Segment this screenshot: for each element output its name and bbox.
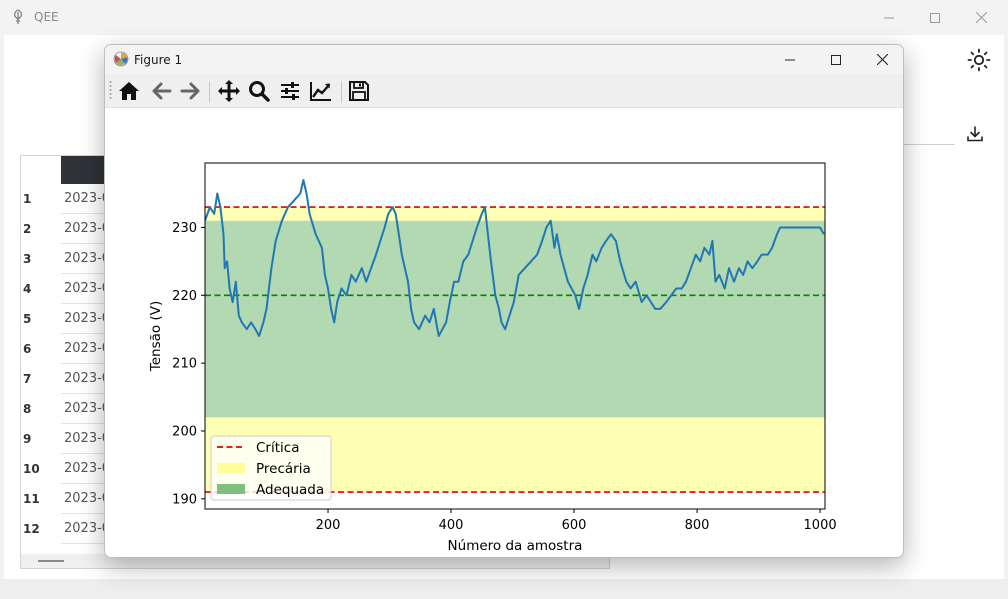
band-adequada [205,220,825,418]
home-icon [119,82,139,100]
y-tick-label: 200 [172,424,197,439]
edit-axis-icon [310,82,331,101]
x-axis-label: Número da amostra [448,538,583,554]
close-icon [975,12,987,23]
x-tick-label: 200 [316,518,341,533]
pan-button[interactable] [215,78,243,104]
row-index: 7 [23,372,32,386]
figure-window: Figure 1 200 400 600 800 1000 190 200 21… [104,44,904,558]
qee-bottom-bar [0,579,1008,599]
minimize-icon [785,59,795,60]
forward-button[interactable] [177,78,205,104]
band-precria [205,207,825,221]
y-tick-label: 190 [172,492,197,507]
pan-move-icon [218,80,240,102]
y-tick-label: 220 [172,289,197,304]
legend-label: Adequada [256,482,324,498]
home-button[interactable] [115,78,143,104]
figure-toolbar [105,74,903,108]
table-index-header [21,156,61,184]
minimize-button[interactable] [866,0,912,35]
scrollbar-thumb[interactable] [38,560,64,562]
leaf-plug-icon [14,9,22,24]
maximize-icon [930,12,940,23]
sun-icon[interactable] [964,46,994,74]
zoom-magnifier-icon [249,81,270,102]
figure-minimize-button[interactable] [767,45,813,74]
edit-axis-button[interactable] [307,78,335,104]
toolbar-grip-icon [109,81,112,99]
save-button[interactable] [345,78,373,104]
row-index: 5 [23,312,32,326]
row-index: 10 [23,462,40,476]
row-index: 11 [23,492,40,506]
figure-close-button[interactable] [859,45,903,74]
row-index: 12 [23,522,40,536]
toolbar-separator [209,81,210,103]
matplotlib-icon [113,51,129,67]
maximize-button[interactable] [912,0,958,35]
back-arrow-icon [152,82,172,100]
row-index: 6 [23,342,32,356]
row-index: 1 [23,192,32,206]
figure-titlebar: Figure 1 [105,45,903,74]
x-tick-label: 400 [439,518,464,533]
back-button[interactable] [147,78,175,104]
row-index: 4 [23,282,32,296]
figure-maximize-button[interactable] [813,45,859,74]
zoom-button[interactable] [245,78,273,104]
row-index: 2 [23,222,32,236]
row-index: 3 [23,252,32,266]
voltage-chart: 200 400 600 800 1000 190 200 210 220 230 Número d… [148,162,837,554]
x-tick-label: 1000 [804,518,837,533]
x-tick-label: 600 [562,518,587,533]
row-index: 9 [23,432,32,446]
download-icon[interactable] [963,122,987,146]
row-index: 8 [23,402,32,416]
y-axis-label: Tensão (V) [148,301,164,372]
legend-label: Precária [256,461,311,477]
y-tick-label: 230 [172,221,197,236]
y-tick-label: 210 [172,357,197,372]
close-icon [876,54,888,65]
figure-title: Figure 1 [134,53,183,67]
legend-swatch [217,484,245,494]
app-title: QEE [34,10,59,24]
forward-arrow-icon [180,82,200,100]
toolbar-separator [341,81,342,103]
configure-subplots-button[interactable] [276,78,304,104]
legend-label: Crítica [256,440,299,456]
legend-swatch [217,463,245,473]
configure-subplots-icon [281,82,299,100]
input-underline [895,144,955,145]
close-button[interactable] [958,0,1004,35]
minimize-icon [884,17,894,18]
qee-titlebar: QEE [0,0,1008,35]
maximize-icon [831,54,841,65]
x-tick-label: 800 [685,518,710,533]
save-floppy-icon [349,81,369,101]
